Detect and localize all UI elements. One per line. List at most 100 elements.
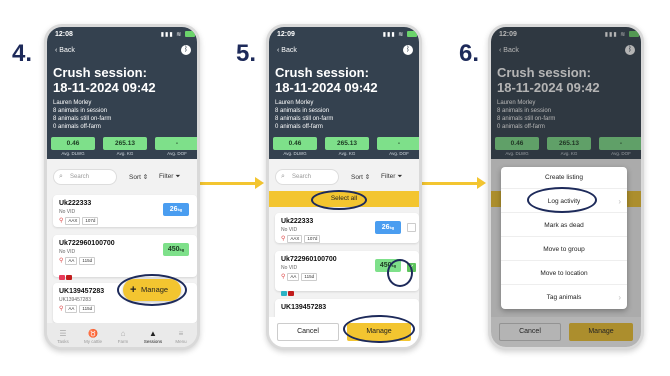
animal-chips: ⚲ AAX 107d bbox=[59, 217, 100, 225]
tab-sessions[interactable]: ▲ Sessions bbox=[139, 329, 167, 344]
stat-kg-label: Avg. KG bbox=[116, 151, 134, 156]
animal-chips: ⚲ AA 115d bbox=[59, 257, 97, 265]
session-info: Lauren Morley 8 animals in session 8 ani… bbox=[275, 100, 334, 130]
menu-item-move-to-group[interactable]: Move to group bbox=[501, 239, 627, 261]
weight-badge: 450kg bbox=[163, 243, 189, 256]
arrow-4-to-5 bbox=[200, 177, 264, 189]
tab-my-cattle[interactable]: ♉ My cattle bbox=[79, 329, 107, 344]
search-input[interactable]: ⌕ Search bbox=[53, 169, 117, 185]
sort-button[interactable]: Sort ⇕ bbox=[351, 173, 370, 181]
stat-kg-label: Avg. KG bbox=[338, 151, 356, 156]
cattle-icon: ♉ bbox=[88, 329, 98, 338]
back-button[interactable]: ‹ Back bbox=[277, 47, 297, 54]
tab-bar: ☰ Tasks ♉ My cattle ⌂ Farm ▲ Sessions ≡ Menu bbox=[47, 323, 197, 347]
page-title: Crush session: 18-11-2024 09:42 bbox=[275, 65, 378, 95]
highlight-ring bbox=[387, 259, 413, 287]
stat-dlwg-value: 0.46 bbox=[51, 137, 95, 150]
cancel-button[interactable]: Cancel bbox=[277, 323, 339, 341]
highlight-ring bbox=[311, 190, 367, 210]
list-item[interactable]: Uk722960100700 No VID ⚲ AA 115d 450kg bbox=[53, 235, 197, 280]
location-pin-icon: ⚲ bbox=[281, 274, 286, 280]
phone-step-4: 12:08 ▮▮▮ ≋ ‹ Back ᛒ Crush session: 18-1… bbox=[44, 24, 200, 350]
animal-tag: UK139457283 bbox=[281, 304, 327, 311]
stat-kg-value: 265.13 bbox=[325, 137, 369, 150]
filter-button[interactable]: Filter ⏷ bbox=[381, 173, 402, 181]
sessions-icon: ▲ bbox=[149, 329, 157, 338]
animal-vid: No VID bbox=[59, 209, 76, 215]
animal-vid: No VID bbox=[281, 227, 298, 233]
animal-vid: No VID bbox=[59, 249, 76, 255]
search-row: ⌕ Search Sort ⇕ Filter ⏷ bbox=[47, 167, 197, 187]
weight-badge: 26kg bbox=[375, 221, 401, 234]
stat-dlwg-label: Avg. DLWG bbox=[61, 151, 85, 156]
location-pin-icon: ⚲ bbox=[59, 258, 64, 264]
location-pin-icon: ⚲ bbox=[59, 218, 64, 224]
animal-vid: No VID bbox=[281, 265, 298, 271]
farm-icon: ⌂ bbox=[120, 329, 126, 338]
menu-item-mark-as-dead[interactable]: Mark as dead bbox=[501, 215, 627, 237]
highlight-ring bbox=[527, 187, 597, 213]
stats-row: 0.46 Avg. DLWG 265.13 Avg. KG - Avg. DOF bbox=[51, 137, 197, 157]
stat-dlwg-label: Avg. DLWG bbox=[283, 151, 307, 156]
location-pin-icon: ⚲ bbox=[281, 236, 286, 242]
status-bar: 12:08 ▮▮▮ ≋ bbox=[55, 31, 195, 41]
highlight-ring bbox=[343, 315, 415, 343]
animal-chips: ⚲ AA 115d bbox=[59, 305, 97, 313]
chevron-right-icon: › bbox=[618, 197, 621, 206]
status-icons: ▮▮▮ ≋ bbox=[383, 31, 417, 38]
tasks-icon: ☰ bbox=[59, 329, 67, 338]
step-number-6: 6. bbox=[459, 40, 480, 67]
sort-button[interactable]: Sort ⇕ bbox=[129, 173, 148, 181]
stat-kg-value: 265.13 bbox=[103, 137, 147, 150]
stat-dof-label: Avg. DOF bbox=[167, 151, 187, 156]
tab-tasks[interactable]: ☰ Tasks bbox=[49, 329, 77, 344]
stat-dlwg-value: 0.46 bbox=[273, 137, 317, 150]
status-time: 12:09 bbox=[277, 31, 295, 38]
arrow-5-to-6 bbox=[422, 177, 486, 189]
bluetooth-icon[interactable]: ᛒ bbox=[403, 45, 413, 55]
stat-dof-value: - bbox=[377, 137, 419, 150]
list-item[interactable]: Uk222333 No VID ⚲ AAX 107d 26kg bbox=[53, 195, 197, 227]
battery-icon bbox=[185, 31, 195, 38]
stat-dof-label: Avg. DOF bbox=[389, 151, 409, 156]
animal-tag: Uk722960100700 bbox=[59, 240, 115, 247]
search-input[interactable]: ⌕ Search bbox=[275, 169, 339, 185]
highlight-ring bbox=[117, 274, 187, 306]
weight-badge: 26kg bbox=[163, 203, 189, 216]
step-number-5: 5. bbox=[236, 40, 257, 67]
session-header: 12:09 ▮▮▮ ≋ ‹ Back ᛒ Crush session: 18-1… bbox=[269, 27, 419, 159]
search-icon: ⌕ bbox=[281, 173, 285, 180]
search-icon: ⌕ bbox=[59, 173, 63, 180]
menu-icon: ≡ bbox=[178, 329, 184, 338]
menu-item-move-to-location[interactable]: Move to location bbox=[501, 263, 627, 285]
battery-icon bbox=[407, 31, 417, 38]
back-button[interactable]: ‹ Back bbox=[55, 47, 75, 54]
phone-step-5: 12:09 ▮▮▮ ≋ ‹ Back ᛒ Crush session: 18-1… bbox=[266, 24, 422, 350]
select-checkbox[interactable] bbox=[407, 223, 416, 232]
session-header: 12:08 ▮▮▮ ≋ ‹ Back ᛒ Crush session: 18-1… bbox=[47, 27, 197, 159]
animal-chips: ⚲ AAX 107d bbox=[281, 235, 322, 243]
tab-farm[interactable]: ⌂ Farm bbox=[109, 329, 137, 344]
stats-row: 0.46 Avg. DLWG 265.13 Avg. KG - Avg. DOF bbox=[273, 137, 419, 157]
menu-item-create-listing[interactable]: Create listing bbox=[501, 167, 627, 189]
step-number-4: 4. bbox=[12, 40, 33, 67]
bluetooth-icon[interactable]: ᛒ bbox=[181, 45, 191, 55]
animal-tag: Uk222333 bbox=[281, 218, 314, 225]
list-item[interactable]: Uk222333 No VID ⚲ AAX 107d 26kg bbox=[275, 213, 419, 243]
animal-chips: ⚲ AA 115d bbox=[281, 273, 319, 281]
location-pin-icon: ⚲ bbox=[59, 306, 64, 312]
menu-item-tag-animals[interactable]: Tag animals › bbox=[501, 287, 627, 309]
filter-button[interactable]: Filter ⏷ bbox=[159, 173, 180, 181]
animal-tag: Uk722960100700 bbox=[281, 256, 337, 263]
status-icons: ▮▮▮ ≋ bbox=[161, 31, 195, 38]
animal-tag: UK139457283 bbox=[59, 288, 105, 295]
status-bar: 12:09 ▮▮▮ ≋ bbox=[277, 31, 417, 41]
page-title: Crush session: 18-11-2024 09:42 bbox=[53, 65, 156, 95]
phone-step-6: 12:09 ▮▮▮ ≋ ‹ Back ᛒ Crush session: 18-1… bbox=[488, 24, 644, 350]
animal-vid: UK139457283 bbox=[59, 297, 91, 303]
tab-menu[interactable]: ≡ Menu bbox=[167, 329, 195, 344]
chevron-right-icon: › bbox=[618, 293, 621, 302]
animal-tag: Uk222333 bbox=[59, 200, 92, 207]
stat-dof-value: - bbox=[155, 137, 197, 150]
session-info: Lauren Morley 8 animals in session 8 ani… bbox=[53, 100, 112, 130]
